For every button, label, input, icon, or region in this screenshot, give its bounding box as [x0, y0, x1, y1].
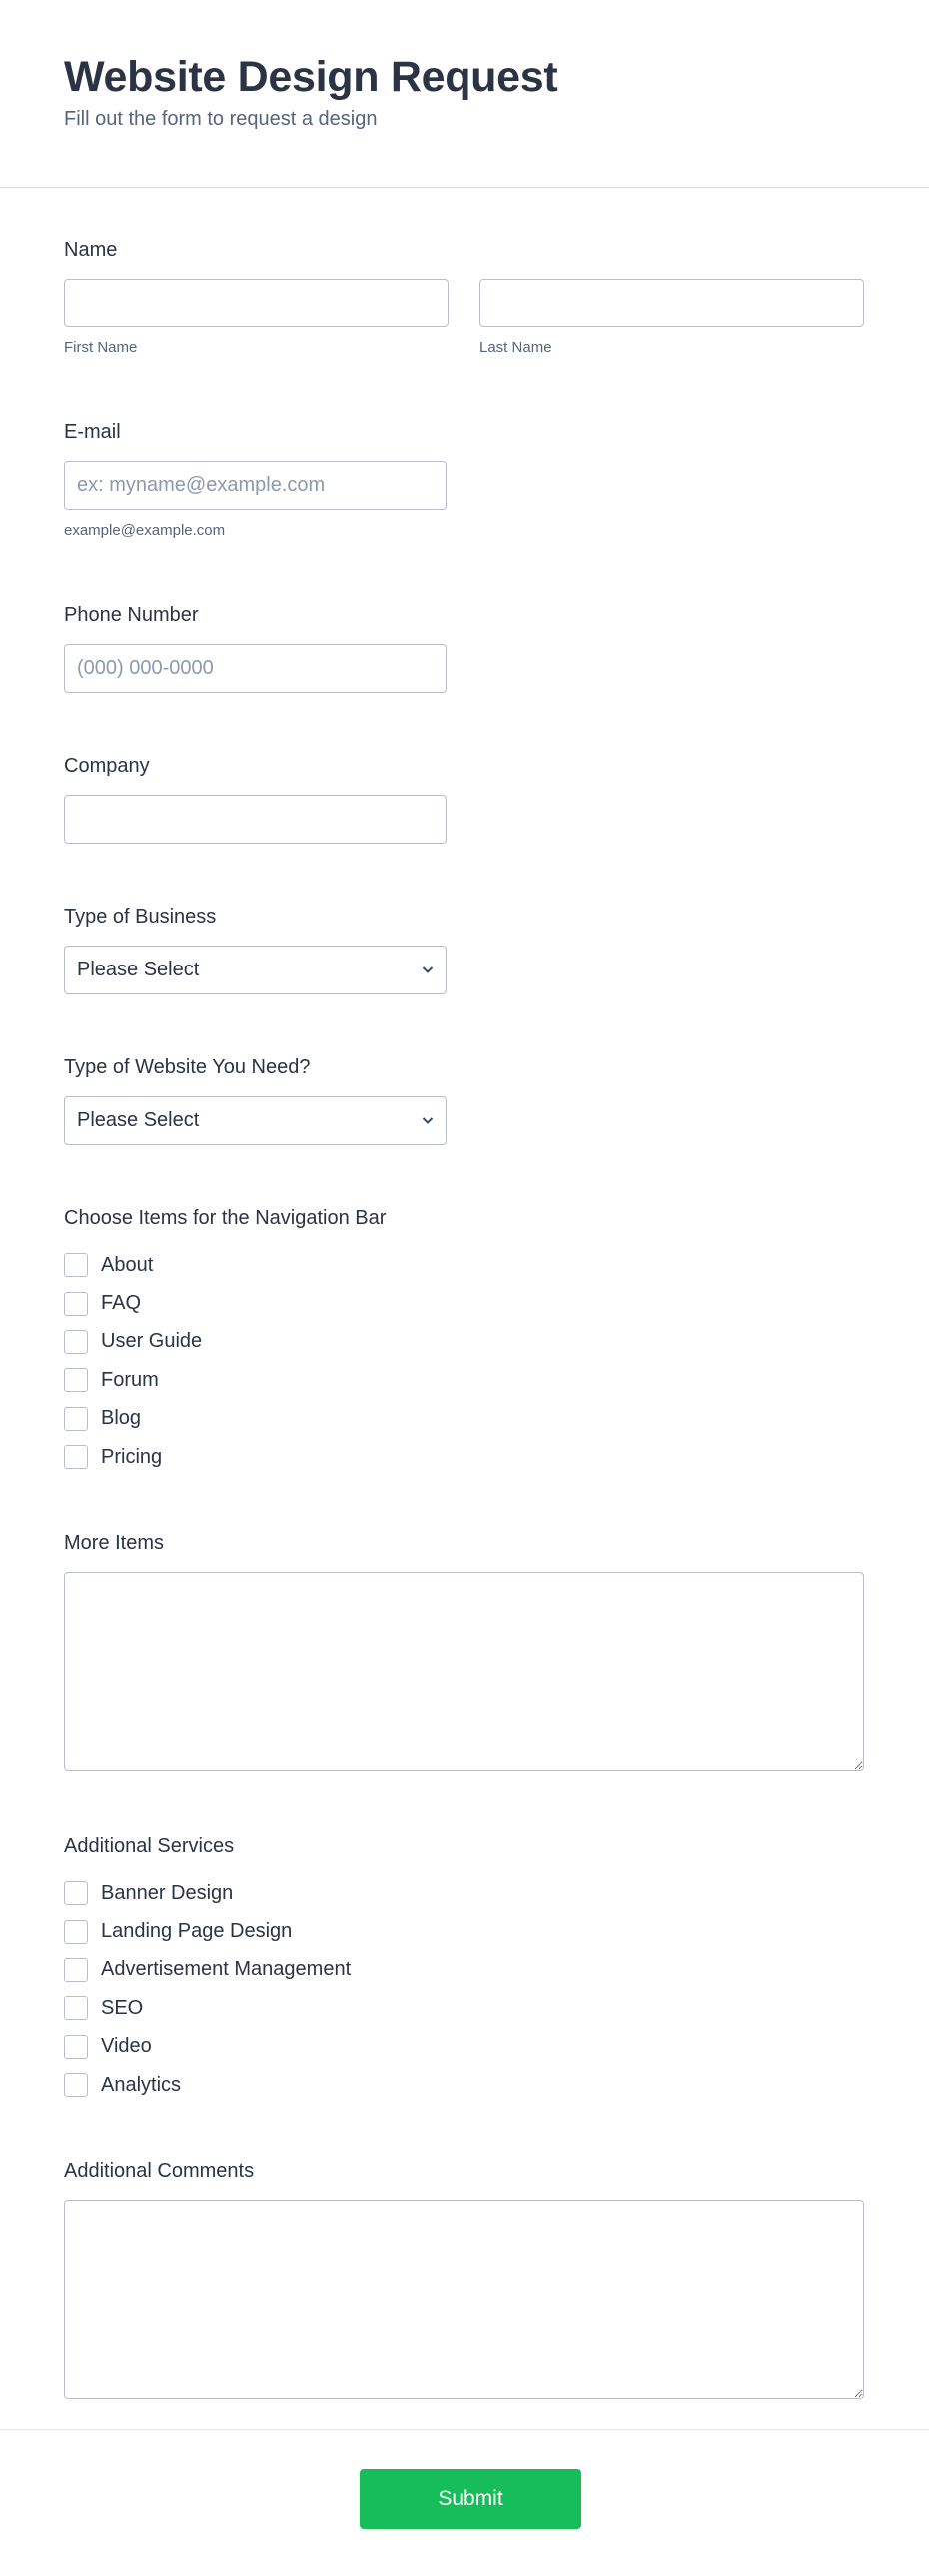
submit-button[interactable]: Submit: [360, 2469, 581, 2529]
business-type-select[interactable]: Please Select: [64, 946, 447, 994]
website-type-selected: Please Select: [77, 1109, 200, 1131]
nav-items-field: Choose Items for the Navigation Bar Abou…: [64, 1207, 386, 1476]
more-items-label: More Items: [64, 1532, 165, 1554]
nav-item-user-guide[interactable]: User Guide: [64, 1323, 386, 1361]
phone-field: Phone Number: [64, 604, 447, 693]
website-type-label: Type of Website You Need?: [64, 1056, 311, 1078]
checkbox[interactable]: [64, 1881, 88, 1906]
phone-input[interactable]: [64, 644, 447, 693]
more-items-field: More Items: [64, 1532, 864, 1776]
company-label: Company: [64, 755, 150, 777]
services-label: Additional Services: [64, 1835, 235, 1857]
nav-item-faq[interactable]: FAQ: [64, 1284, 386, 1322]
nav-items-checkbox-group: About FAQ User Guide Forum Blog Pricing: [64, 1246, 386, 1476]
form-title: Website Design Request: [64, 53, 558, 101]
phone-label: Phone Number: [64, 604, 199, 626]
nav-item-forum[interactable]: Forum: [64, 1361, 386, 1399]
name-field: Name First Name Last Name: [64, 239, 864, 356]
checkbox[interactable]: [64, 1919, 88, 1944]
services-field: Additional Services Banner Design Landin…: [64, 1835, 351, 2104]
service-banner-design[interactable]: Banner Design: [64, 1874, 351, 1912]
business-type-field: Type of Business Please Select: [64, 906, 447, 994]
email-label: E-mail: [64, 421, 121, 443]
comments-label: Additional Comments: [64, 2160, 255, 2182]
email-input[interactable]: [64, 461, 447, 510]
email-field: E-mail example@example.com: [64, 421, 447, 539]
service-seo[interactable]: SEO: [64, 1989, 351, 2027]
comments-textarea[interactable]: [64, 2200, 864, 2399]
nav-items-label: Choose Items for the Navigation Bar: [64, 1207, 387, 1229]
service-video[interactable]: Video: [64, 2028, 351, 2066]
business-type-selected: Please Select: [77, 959, 200, 980]
chevron-down-icon: [422, 966, 434, 973]
checkbox[interactable]: [64, 1445, 88, 1470]
email-sublabel: example@example.com: [64, 522, 226, 539]
form-header: Website Design Request Fill out the form…: [0, 0, 929, 188]
footer-divider: [0, 2429, 929, 2430]
name-label: Name: [64, 239, 118, 261]
checkbox[interactable]: [64, 1329, 88, 1354]
checkbox[interactable]: [64, 1291, 88, 1316]
service-advertisement-management[interactable]: Advertisement Management: [64, 1951, 351, 1989]
checkbox[interactable]: [64, 1368, 88, 1393]
comments-field: Additional Comments: [64, 2160, 864, 2404]
checkbox[interactable]: [64, 1253, 88, 1278]
first-name-input[interactable]: [64, 279, 449, 327]
checkbox[interactable]: [64, 2073, 88, 2098]
website-type-field: Type of Website You Need? Please Select: [64, 1056, 447, 1145]
more-items-textarea[interactable]: [64, 1572, 864, 1771]
service-landing-page-design[interactable]: Landing Page Design: [64, 1912, 351, 1950]
nav-item-about[interactable]: About: [64, 1246, 386, 1284]
service-analytics[interactable]: Analytics: [64, 2066, 351, 2104]
nav-item-pricing[interactable]: Pricing: [64, 1438, 386, 1476]
business-type-label: Type of Business: [64, 906, 217, 928]
nav-item-blog[interactable]: Blog: [64, 1400, 386, 1438]
company-field: Company: [64, 755, 447, 844]
services-checkbox-group: Banner Design Landing Page Design Advert…: [64, 1874, 351, 2104]
checkbox[interactable]: [64, 2034, 88, 2059]
last-name-input[interactable]: [479, 279, 864, 327]
last-name-sublabel: Last Name: [479, 339, 552, 356]
company-input[interactable]: [64, 795, 447, 844]
form-subtitle: Fill out the form to request a design: [64, 108, 378, 130]
checkbox[interactable]: [64, 1996, 88, 2021]
chevron-down-icon: [422, 1117, 434, 1124]
first-name-sublabel: First Name: [64, 339, 138, 356]
checkbox[interactable]: [64, 1957, 88, 1982]
checkbox[interactable]: [64, 1406, 88, 1431]
website-type-select[interactable]: Please Select: [64, 1096, 447, 1145]
